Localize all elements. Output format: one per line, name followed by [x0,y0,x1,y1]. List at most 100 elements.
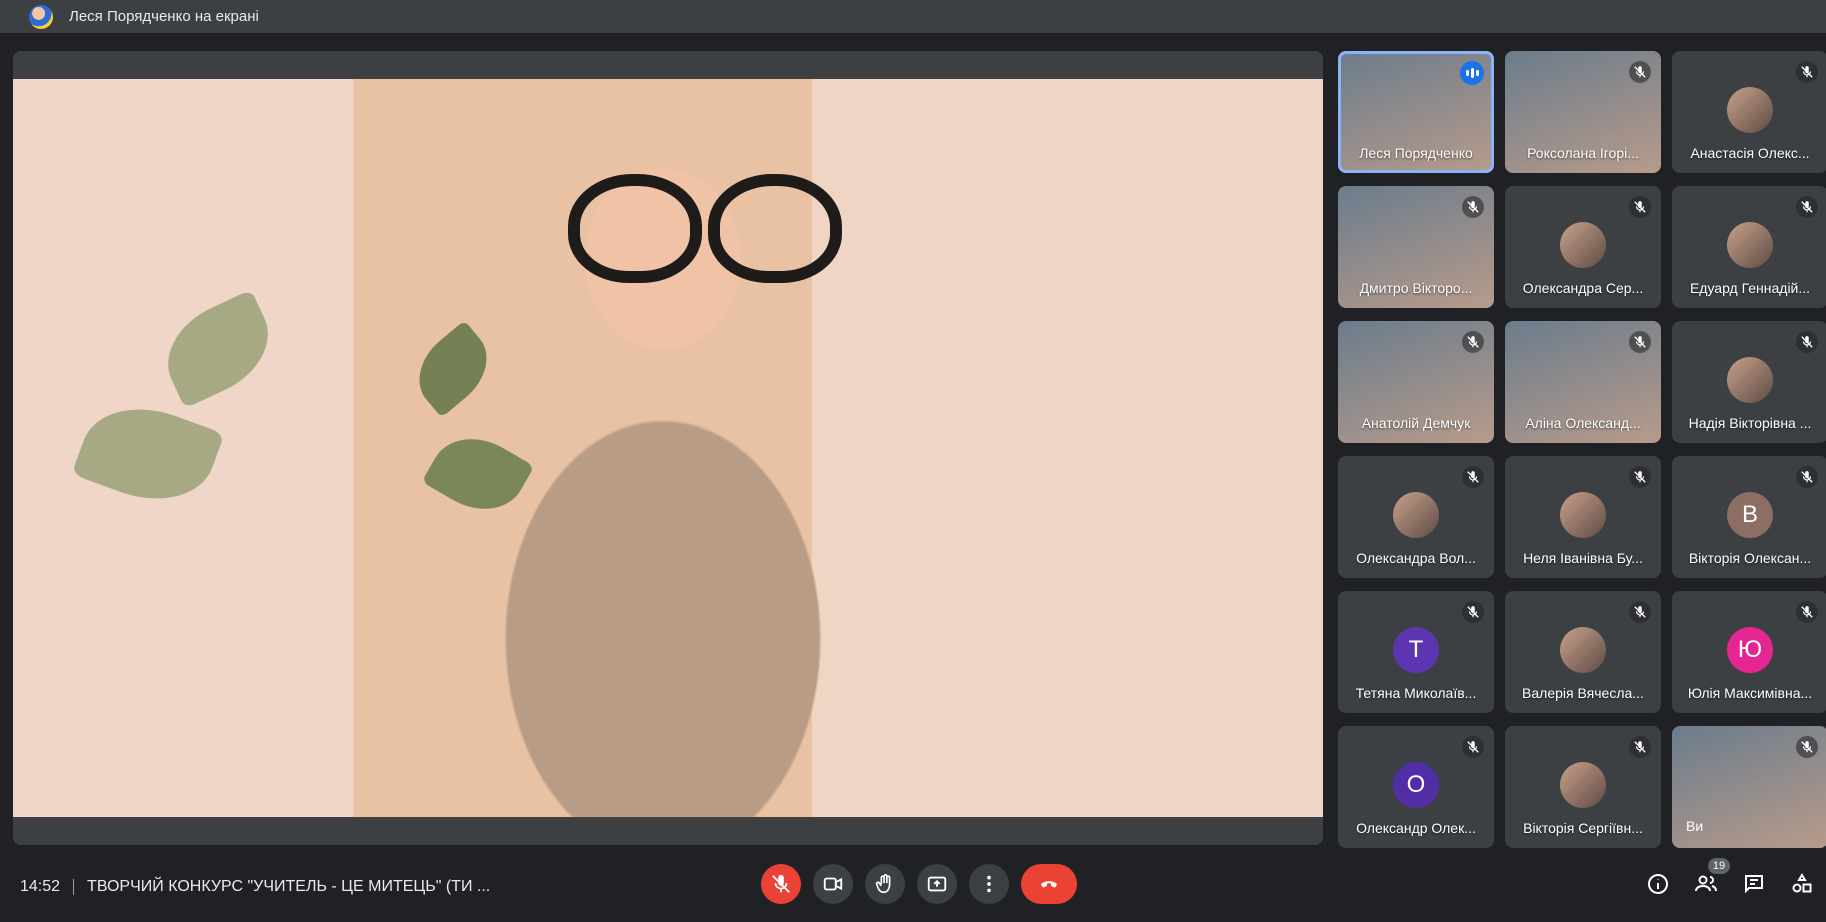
muted-indicator [1462,601,1484,623]
call-controls [761,864,1077,904]
chat-button[interactable] [1730,864,1778,904]
raise-hand-icon [875,874,891,894]
mic-off-icon [1801,471,1813,483]
bottom-bar: 14:52 ТВОРЧИЙ КОНКУРС "УЧИТЕЛЬ - ЦЕ МИТЕ… [0,850,1826,922]
muted-indicator [1462,331,1484,353]
participant-tile[interactable]: Олександра Вол... [1338,456,1494,578]
participant-tile[interactable]: Едуард Геннадій... [1672,186,1826,308]
mic-off-icon [1634,336,1646,348]
muted-indicator [1462,196,1484,218]
avatar-letter: Ю [1727,627,1773,673]
mic-off-icon [1634,471,1646,483]
plant-leaf [403,320,503,418]
participant-tile[interactable]: Аліна Олександ... [1505,321,1661,443]
participant-name: Неля Іванівна Бу... [1523,550,1643,566]
participant-tile[interactable]: Анатолій Демчук [1338,321,1494,443]
participant-tile[interactable]: Валерія Вячесла... [1505,591,1661,713]
present-now-button[interactable] [917,864,957,904]
muted-indicator [1629,196,1651,218]
activities-icon [1792,873,1812,893]
participant-tile[interactable]: Леся Порядченко [1338,51,1494,173]
muted-indicator [1462,466,1484,488]
muted-indicator [1629,736,1651,758]
avatar-letter: О [1393,762,1439,808]
participant-name: Тетяна Миколаїв... [1355,685,1477,701]
muted-indicator [1796,196,1818,218]
participant-name: Олександра Вол... [1356,550,1476,566]
leave-call-button[interactable] [1021,864,1077,904]
avatar [1560,762,1606,808]
participant-name: Анастасія Олекс... [1690,145,1810,161]
participant-name: Вікторія Олексан... [1688,550,1812,566]
people-button[interactable]: 19 [1682,858,1730,904]
muted-indicator [1796,61,1818,83]
participant-tile[interactable]: Дмитро Вікторо... [1338,186,1494,308]
present-icon [927,876,947,892]
meeting-details-button[interactable] [1634,864,1682,904]
presenter-bar: Леся Порядченко на екрані [0,0,1826,33]
muted-indicator [1462,736,1484,758]
participant-name: Надія Вікторівна ... [1688,415,1812,431]
presenter-bar-text: Леся Порядченко на екрані [69,8,259,25]
participant-tile[interactable]: Надія Вікторівна ... [1672,321,1826,443]
participant-name: Ви [1686,818,1704,834]
mic-off-icon [1801,741,1813,753]
muted-indicator [1629,331,1651,353]
participant-name: Валерія Вячесла... [1522,685,1644,701]
avatar [1727,87,1773,133]
participant-tile[interactable]: Т Тетяна Миколаїв... [1338,591,1494,713]
presented-video[interactable] [13,79,1323,817]
avatar-letter: Т [1393,627,1439,673]
mic-toggle-button[interactable] [761,864,801,904]
info-icon [1648,874,1668,894]
mic-off-icon [772,874,790,893]
participant-tile[interactable]: Ю Юлія Максимівна... [1672,591,1826,713]
avatar [1560,492,1606,538]
camera-toggle-button[interactable] [813,864,853,904]
mic-off-icon [1801,201,1813,213]
participant-tile[interactable]: Олександра Сер... [1505,186,1661,308]
mic-off-icon [1467,471,1479,483]
mic-off-icon [1801,66,1813,78]
muted-indicator [1629,61,1651,83]
speaking-indicator-icon [1460,61,1484,85]
participant-name: Олександра Сер... [1522,280,1644,296]
muted-indicator [1796,466,1818,488]
camera-icon [823,877,843,891]
raise-hand-button[interactable] [865,864,905,904]
muted-indicator [1629,601,1651,623]
avatar-letter: В [1727,492,1773,538]
muted-indicator [1796,736,1818,758]
participant-tile[interactable]: Неля Іванівна Бу... [1505,456,1661,578]
more-options-button[interactable] [969,864,1009,904]
chat-icon [1745,875,1763,894]
end-call-icon [1041,881,1057,888]
plant-leaf [421,421,535,527]
plant-leaf [151,289,285,409]
glasses-graphic [568,174,842,283]
avatar [1560,222,1606,268]
participant-name: Юлія Максимівна... [1687,685,1813,701]
participant-tile[interactable]: О Олександр Олек... [1338,726,1494,848]
mic-off-icon [1801,336,1813,348]
avatar [1727,357,1773,403]
mic-off-icon [1467,336,1479,348]
participant-tile[interactable]: В Вікторія Олексан... [1672,456,1826,578]
participant-name: Дмитро Вікторо... [1359,280,1473,296]
meeting-info: 14:52 ТВОРЧИЙ КОНКУРС "УЧИТЕЛЬ - ЦЕ МИТЕ… [20,878,490,896]
participant-count-badge: 19 [1708,858,1730,874]
meeting-title[interactable]: ТВОРЧИЙ КОНКУРС "УЧИТЕЛЬ - ЦЕ МИТЕЦЬ" (Т… [87,878,490,896]
avatar [1393,492,1439,538]
participant-tile[interactable]: Анастасія Олекс... [1672,51,1826,173]
activities-button[interactable] [1778,864,1826,904]
participant-name: Анатолій Демчук [1361,415,1471,431]
participant-tile[interactable]: Ви [1672,726,1826,848]
participant-tile[interactable]: Роксолана Ігорі... [1505,51,1661,173]
more-vert-icon [987,875,991,893]
mic-off-icon [1634,606,1646,618]
divider [73,879,75,895]
participant-tile[interactable]: Вікторія Сергіївн... [1505,726,1661,848]
avatar [1727,222,1773,268]
clock: 14:52 [20,878,61,895]
participant-name: Олександр Олек... [1356,820,1476,836]
